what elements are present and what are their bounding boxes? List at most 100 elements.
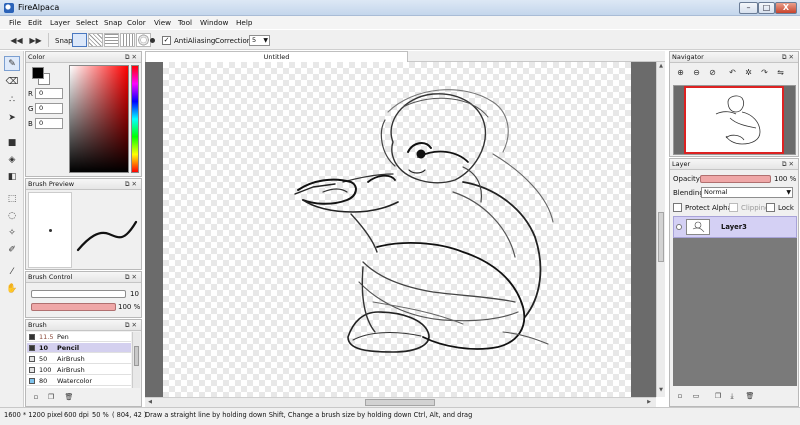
clipping-checkbox[interactable] bbox=[729, 203, 738, 212]
brush-tool-icon[interactable]: ✎ bbox=[4, 56, 20, 71]
scroll-left-icon[interactable]: ◀ bbox=[146, 399, 154, 406]
visibility-eye-icon[interactable] bbox=[676, 224, 682, 230]
menu-window[interactable]: Window bbox=[197, 17, 231, 28]
navigator-view-rect[interactable] bbox=[684, 86, 784, 154]
panel-controls-icon[interactable]: ⧉✕ bbox=[125, 52, 139, 62]
layer-list: Layer3 bbox=[673, 216, 797, 386]
minimize-button[interactable]: – bbox=[739, 2, 758, 14]
lock-checkbox[interactable] bbox=[766, 203, 775, 212]
gradient-tool-icon[interactable]: ◧ bbox=[4, 169, 20, 184]
horizontal-scroll-thumb[interactable] bbox=[365, 399, 435, 406]
panel-controls-icon[interactable]: ⧉✕ bbox=[782, 159, 796, 169]
drawing-canvas[interactable] bbox=[163, 62, 631, 397]
brush-size-slider[interactable] bbox=[31, 290, 126, 298]
menu-select[interactable]: Select bbox=[73, 17, 101, 28]
rotate-right-icon[interactable]: ↷ bbox=[758, 66, 771, 79]
scroll-up-icon[interactable]: ▲ bbox=[658, 63, 664, 71]
brush-opacity-slider[interactable] bbox=[31, 303, 116, 311]
brush-item-airbrush-2[interactable]: 100 AirBrush bbox=[27, 365, 131, 375]
delete-layer-icon[interactable]: 🗑 bbox=[745, 391, 755, 401]
dot-tool-icon[interactable]: ∴ bbox=[4, 92, 20, 107]
vertical-scroll-thumb[interactable] bbox=[658, 212, 664, 262]
hue-slider[interactable] bbox=[131, 65, 139, 173]
duplicate-brush-icon[interactable]: ❐ bbox=[46, 392, 56, 402]
duplicate-layer-icon[interactable]: ❐ bbox=[713, 391, 723, 401]
chevron-down-icon: ▼ bbox=[263, 37, 268, 44]
fill-rect-tool-icon[interactable]: ■ bbox=[4, 135, 20, 150]
g-field[interactable]: 0 bbox=[35, 103, 63, 114]
b-label: B bbox=[28, 120, 33, 128]
flip-icon[interactable]: ⇋ bbox=[774, 66, 787, 79]
lasso-tool-icon[interactable]: ◌ bbox=[4, 208, 20, 223]
brush-size: 50 bbox=[39, 355, 48, 363]
navigator-panel: Navigator ⧉✕ ⊕ ⊖ ⊘ ↶ ✲ ↷ ⇋ bbox=[669, 51, 799, 157]
hand-tool-icon[interactable]: ✋ bbox=[4, 281, 20, 296]
bucket-tool-icon[interactable]: ◈ bbox=[4, 152, 20, 167]
menu-color[interactable]: Color bbox=[124, 17, 149, 28]
canvas-area[interactable] bbox=[145, 62, 656, 397]
navigator-thumbnail[interactable] bbox=[673, 85, 796, 155]
protect-alpha-checkbox[interactable] bbox=[673, 203, 682, 212]
panel-controls-icon[interactable]: ⧉✕ bbox=[125, 320, 139, 330]
chevron-down-icon: ▼ bbox=[786, 189, 791, 196]
panel-controls-icon[interactable]: ⧉✕ bbox=[125, 272, 139, 282]
undo-icon[interactable]: ◀◀ bbox=[10, 34, 23, 47]
primary-color-swatch[interactable] bbox=[32, 67, 44, 79]
maximize-button[interactable]: □ bbox=[758, 2, 775, 14]
r-field[interactable]: 0 bbox=[35, 88, 63, 99]
saturation-value-picker[interactable] bbox=[69, 65, 129, 173]
menu-snap[interactable]: Snap bbox=[101, 17, 125, 28]
eyedropper-tool-icon[interactable]: ⁄ bbox=[4, 264, 20, 279]
layer-opacity-slider[interactable] bbox=[700, 175, 771, 183]
magic-wand-tool-icon[interactable]: ✧ bbox=[4, 225, 20, 240]
redo-icon[interactable]: ▶▶ bbox=[29, 34, 42, 47]
blending-value: Normal bbox=[704, 188, 728, 196]
menu-help[interactable]: Help bbox=[233, 17, 255, 28]
move-tool-icon[interactable]: ➤ bbox=[4, 110, 20, 125]
brush-item-watercolor[interactable]: 80 Watercolor bbox=[27, 376, 131, 386]
zoom-in-icon[interactable]: ⊕ bbox=[674, 66, 687, 79]
canvas-vertical-scrollbar[interactable]: ▲ ▼ bbox=[656, 62, 665, 397]
antialiasing-checkbox[interactable]: ✓ bbox=[162, 36, 171, 45]
tab-untitled[interactable]: Untitled bbox=[145, 51, 408, 62]
brush-item-pencil[interactable]: 10 Pencil bbox=[27, 343, 131, 353]
delete-brush-icon[interactable]: 🗑 bbox=[64, 392, 74, 402]
brush-item-pen[interactable]: 11.5 Pen bbox=[27, 332, 131, 342]
add-brush-icon[interactable]: ▫ bbox=[31, 392, 41, 402]
rotate-left-icon[interactable]: ↶ bbox=[726, 66, 739, 79]
snap-crisscross-button[interactable] bbox=[104, 33, 119, 47]
menu-file[interactable]: File bbox=[6, 17, 24, 28]
reset-rotation-icon[interactable]: ✲ bbox=[742, 66, 755, 79]
correction-select[interactable]: 5 ▼ bbox=[249, 35, 270, 46]
brush-list-scrollbar[interactable] bbox=[132, 332, 140, 388]
eraser-tool-icon[interactable]: ⌫ bbox=[4, 74, 20, 89]
menu-edit[interactable]: Edit bbox=[25, 17, 45, 28]
layer-row[interactable]: Layer3 bbox=[673, 216, 797, 238]
add-layer-icon[interactable]: ▫ bbox=[675, 391, 685, 401]
menu-tool[interactable]: Tool bbox=[175, 17, 195, 28]
snap-vanishing-button[interactable] bbox=[120, 33, 135, 47]
add-folder-icon[interactable]: ▭ bbox=[691, 391, 701, 401]
zoom-out-icon[interactable]: ⊖ bbox=[690, 66, 703, 79]
panel-controls-icon[interactable]: ⧉✕ bbox=[125, 179, 139, 189]
brush-item-airbrush[interactable]: 50 AirBrush bbox=[27, 354, 131, 364]
zoom-fit-icon[interactable]: ⊘ bbox=[706, 66, 719, 79]
snap-parallel-button[interactable] bbox=[88, 33, 103, 47]
scroll-thumb[interactable] bbox=[134, 346, 139, 366]
scroll-right-icon[interactable]: ▶ bbox=[645, 399, 653, 406]
menu-view[interactable]: View bbox=[151, 17, 174, 28]
select-pen-tool-icon[interactable]: ✐ bbox=[4, 242, 20, 257]
snap-off-button[interactable] bbox=[72, 33, 87, 47]
correction-value: 5 bbox=[252, 36, 257, 44]
blending-select[interactable]: Normal ▼ bbox=[701, 187, 793, 198]
canvas-horizontal-scrollbar[interactable]: ◀ ▶ bbox=[145, 397, 656, 407]
merge-layer-icon[interactable]: ⤓ bbox=[727, 391, 737, 401]
scroll-down-icon[interactable]: ▼ bbox=[658, 387, 664, 395]
snap-radial-button[interactable] bbox=[136, 33, 151, 47]
select-tool-icon[interactable]: ⬚ bbox=[4, 191, 20, 206]
panel-controls-icon[interactable]: ⧉✕ bbox=[782, 52, 796, 62]
close-button[interactable]: X bbox=[775, 2, 797, 14]
b-field[interactable]: 0 bbox=[35, 118, 63, 129]
menu-layer[interactable]: Layer bbox=[47, 17, 73, 28]
status-bar: 1600 * 1200 pixel 600 dpi 50 % ( 804, 42… bbox=[0, 407, 800, 425]
